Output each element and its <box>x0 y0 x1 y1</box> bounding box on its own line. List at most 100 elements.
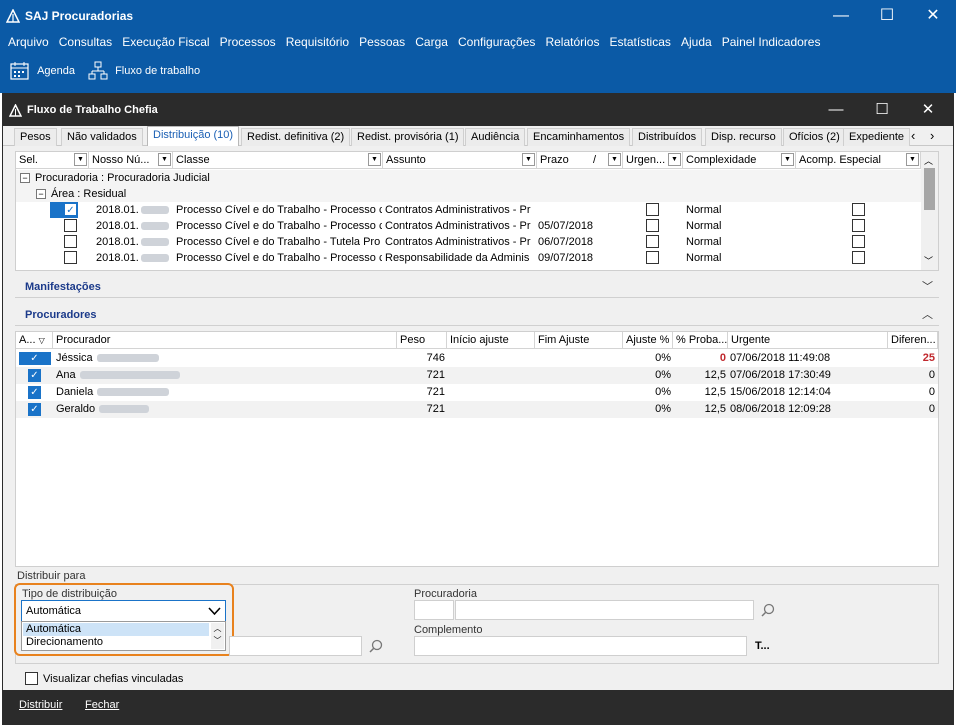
tab-redist-definitiva[interactable]: Redist. definitiva (2) <box>241 128 351 146</box>
fluxo-trabalho-button[interactable]: Fluxo de trabalho <box>88 61 200 81</box>
manifestacoes-panel-header[interactable]: Manifestações ﹀ <box>15 276 939 298</box>
filter-icon[interactable]: ▽ <box>39 336 45 345</box>
col-urgente[interactable]: Urgen... ▼ <box>623 152 683 169</box>
col-acomp-especial[interactable]: Acomp. Especial ▼ <box>796 152 921 169</box>
scroll-up-icon[interactable]: ︿ <box>924 154 933 167</box>
row-checkbox[interactable]: ✓ <box>28 369 41 382</box>
group-row-area[interactable]: − Área : Residual <box>16 186 921 202</box>
filter-dropdown-icon[interactable]: ▼ <box>522 153 535 166</box>
col-probabilidade[interactable]: % Proba... <box>673 332 728 349</box>
distribuir-button[interactable]: Distribuir <box>19 699 62 711</box>
col-nosso-numero[interactable]: Nosso Nú... ▼ <box>89 152 173 169</box>
menu-requisitorio[interactable]: Requisitório <box>286 35 349 49</box>
complemento-t-button[interactable]: T... <box>755 640 770 652</box>
procuradoria-code-input[interactable] <box>414 600 454 620</box>
group-row-procuradoria[interactable]: − Procuradoria : Procuradoria Judicial <box>16 170 921 186</box>
col-sel[interactable]: Sel. ▼ <box>16 152 89 169</box>
row-checkbox[interactable] <box>64 235 77 248</box>
filter-dropdown-icon[interactable]: ▼ <box>368 153 381 166</box>
menu-arquivo[interactable]: Arquivo <box>8 35 49 49</box>
tab-redist-provisoria[interactable]: Redist. provisória (1) <box>351 128 465 146</box>
col-fim-ajuste[interactable]: Fim Ajuste <box>535 332 623 349</box>
collapse-icon[interactable]: − <box>20 173 30 183</box>
col-classe[interactable]: Classe ▼ <box>173 152 383 169</box>
menu-consultas[interactable]: Consultas <box>59 35 112 49</box>
table-row[interactable]: ✓ Ana 721 0% 12,5 07/06/2018 17:30:49 0 <box>16 367 938 384</box>
filter-dropdown-icon[interactable]: ▼ <box>74 153 87 166</box>
scroll-down-icon[interactable]: ﹀ <box>924 254 933 267</box>
filter-dropdown-icon[interactable]: ▼ <box>781 153 794 166</box>
tab-distribuicao[interactable]: Distribuição (10) <box>147 126 240 146</box>
menu-relatorios[interactable]: Relatórios <box>545 35 599 49</box>
row-checkbox[interactable]: ✓ <box>64 203 77 216</box>
col-ativo[interactable]: A... ▽ <box>16 332 53 349</box>
complemento-input[interactable] <box>414 636 747 656</box>
table-row[interactable]: 2018.01. Processo Cível e do Trabalho - … <box>16 218 921 234</box>
table-row[interactable]: ✓ Geraldo 721 0% 12,5 08/06/2018 12:09:2… <box>16 401 938 418</box>
row-checkbox[interactable] <box>64 251 77 264</box>
menu-processos[interactable]: Processos <box>220 35 276 49</box>
menu-painel-indicadores[interactable]: Painel Indicadores <box>722 35 821 49</box>
menu-pessoas[interactable]: Pessoas <box>359 35 405 49</box>
tab-oficios[interactable]: Ofícios (2) <box>783 128 846 146</box>
close-button[interactable]: ✕ <box>910 0 956 32</box>
procuradores-panel-header[interactable]: Procuradores ︿ <box>15 304 939 326</box>
tab-next-button[interactable]: › <box>930 128 934 143</box>
tab-encaminhamentos[interactable]: Encaminhamentos <box>527 128 631 146</box>
tab-expediente[interactable]: Expediente <box>843 128 911 146</box>
menu-configuracoes[interactable]: Configurações <box>458 35 535 49</box>
acomp-checkbox[interactable] <box>852 219 865 232</box>
tab-nao-validados[interactable]: Não validados <box>61 128 143 146</box>
col-complexidade[interactable]: Complexidade ▼ <box>683 152 796 169</box>
tab-pesos[interactable]: Pesos <box>14 128 57 146</box>
urgente-checkbox[interactable] <box>646 251 659 264</box>
minimize-button[interactable]: — <box>818 0 864 32</box>
maximize-button[interactable]: ☐ <box>864 0 910 32</box>
tab-audiencia[interactable]: Audiência <box>465 128 526 146</box>
chevron-up-icon[interactable]: ︿ <box>922 304 933 326</box>
collapse-icon[interactable]: − <box>36 189 46 199</box>
col-peso[interactable]: Peso <box>397 332 447 349</box>
acomp-checkbox[interactable] <box>852 251 865 264</box>
row-checkbox[interactable]: ✓ <box>28 352 41 365</box>
col-urgente[interactable]: Urgente <box>728 332 888 349</box>
tab-prev-button[interactable]: ‹ <box>911 128 915 143</box>
urgente-checkbox[interactable] <box>646 203 659 216</box>
menu-execucao-fiscal[interactable]: Execução Fiscal <box>122 35 209 49</box>
visualizar-checkbox[interactable] <box>25 672 38 685</box>
urgente-checkbox[interactable] <box>646 219 659 232</box>
filter-dropdown-icon[interactable]: ▼ <box>668 153 681 166</box>
row-checkbox[interactable] <box>64 219 77 232</box>
procuradoria-name-input[interactable] <box>455 600 754 620</box>
urgente-checkbox[interactable] <box>646 235 659 248</box>
table-row[interactable]: 2018.01. Processo Cível e do Trabalho - … <box>16 234 921 250</box>
menu-carga[interactable]: Carga <box>415 35 448 49</box>
col-inicio-ajuste[interactable]: Início ajuste <box>447 332 535 349</box>
chevron-down-icon[interactable]: ﹀ <box>922 276 933 298</box>
table-row[interactable]: ✓ Daniela 721 0% 12,5 15/06/2018 12:14:0… <box>16 384 938 401</box>
row-checkbox[interactable]: ✓ <box>28 386 41 399</box>
inner-close-button[interactable]: ✕ <box>905 94 951 126</box>
filter-dropdown-icon[interactable]: ▼ <box>608 153 621 166</box>
filter-dropdown-icon[interactable]: ▼ <box>158 153 171 166</box>
search-icon[interactable] <box>761 603 775 617</box>
filter-dropdown-icon[interactable]: ▼ <box>906 153 919 166</box>
menu-estatisticas[interactable]: Estatísticas <box>610 35 671 49</box>
row-checkbox[interactable]: ✓ <box>28 403 41 416</box>
fechar-button[interactable]: Fechar <box>85 699 119 711</box>
agenda-button[interactable]: Agenda <box>10 61 75 81</box>
acomp-checkbox[interactable] <box>852 203 865 216</box>
search-icon[interactable] <box>369 639 383 653</box>
table-row[interactable]: ✓ 2018.01. Processo Cível e do Trabalho … <box>16 202 921 218</box>
col-procurador[interactable]: Procurador <box>53 332 397 349</box>
col-diferenca[interactable]: Diferen... <box>888 332 938 349</box>
tab-distribuidos[interactable]: Distribuídos <box>632 128 703 146</box>
tab-disp-recurso[interactable]: Disp. recurso <box>705 128 782 146</box>
grid1-scrollbar[interactable]: ︿ ﹀ <box>921 152 938 270</box>
menu-ajuda[interactable]: Ajuda <box>681 35 712 49</box>
col-ajuste-pct[interactable]: Ajuste % <box>623 332 673 349</box>
inner-minimize-button[interactable]: — <box>813 94 859 126</box>
procurador-input[interactable] <box>229 636 362 656</box>
acomp-checkbox[interactable] <box>852 235 865 248</box>
col-assunto[interactable]: Assunto ▼ <box>383 152 537 169</box>
